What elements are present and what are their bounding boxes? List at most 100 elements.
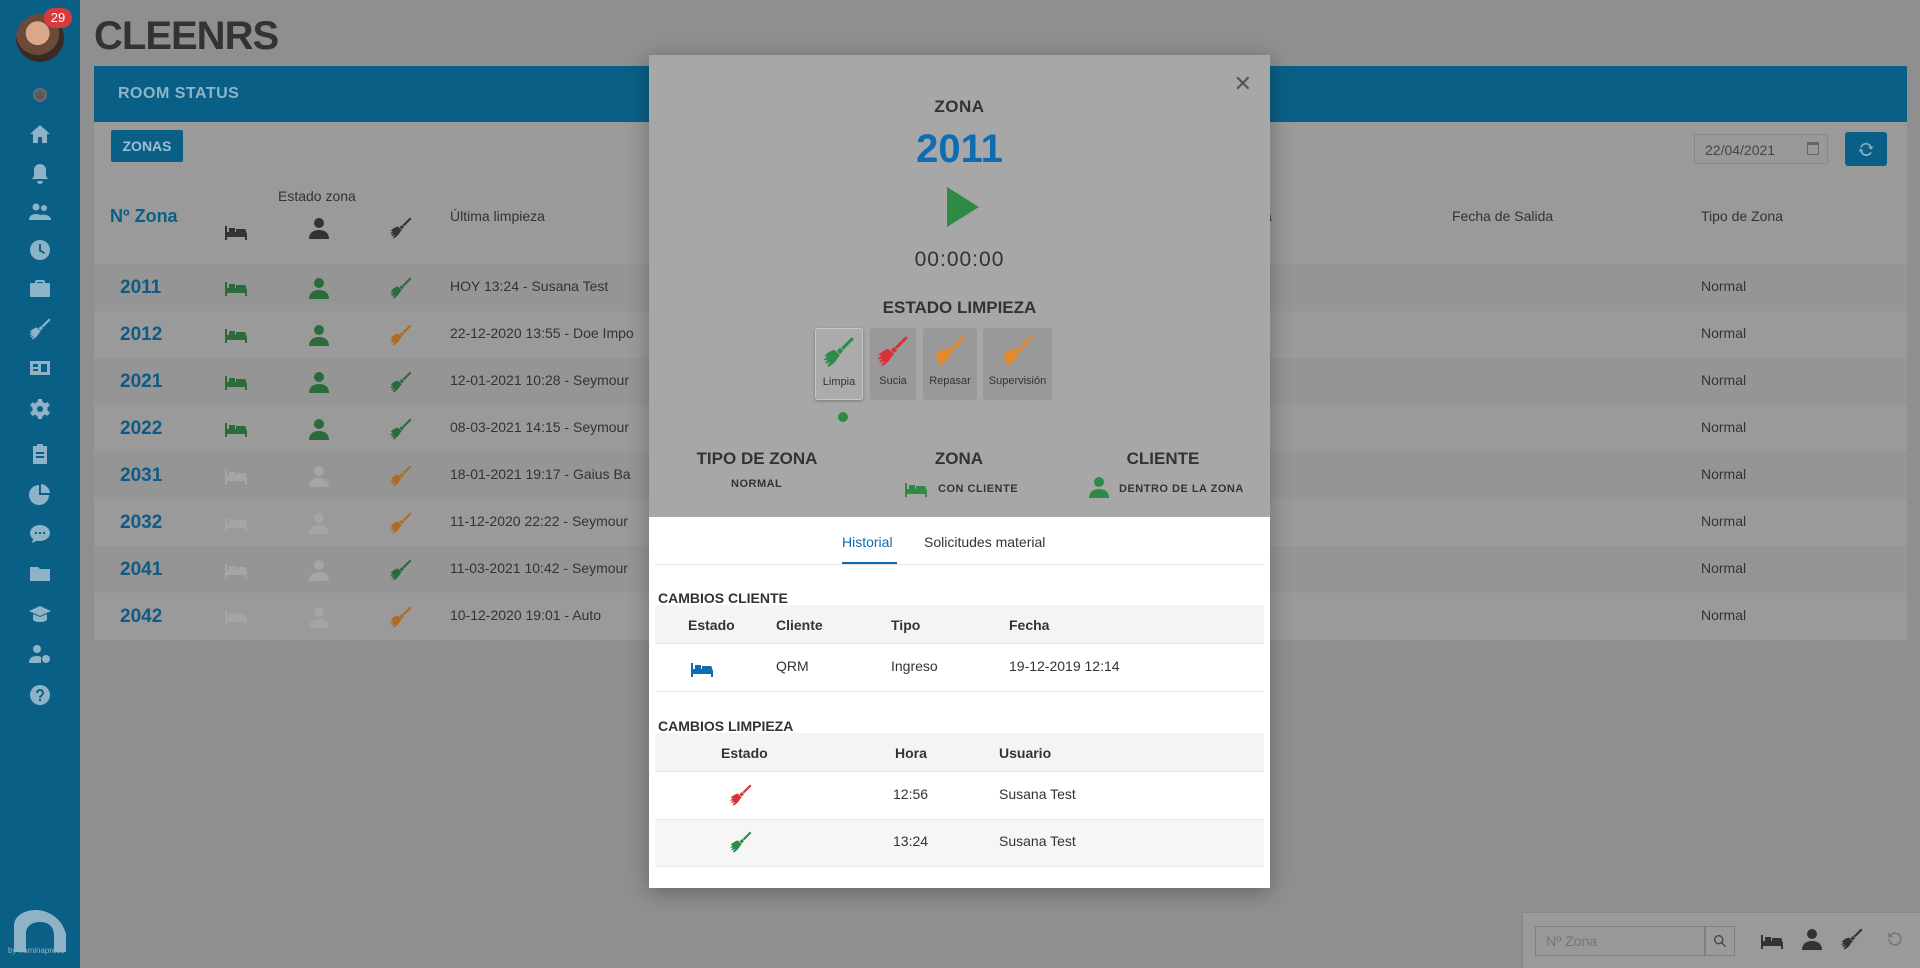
close-icon[interactable]: ✕: [1234, 71, 1252, 97]
cleaning-state-label: Repasar: [929, 375, 971, 387]
broom-icon: [388, 276, 414, 300]
timer: 00:00:00: [914, 248, 1005, 271]
refresh-button[interactable]: [1845, 132, 1887, 166]
cleaning-state-label: Supervisión: [988, 375, 1047, 387]
users-icon[interactable]: [26, 198, 54, 226]
estado-zona-header: Estado zona: [278, 188, 356, 204]
person-status-icon: [1086, 475, 1112, 499]
fecha-cell: 19-12-2019 12:14: [1009, 658, 1120, 674]
sidebar: 29 by nominapress: [0, 0, 80, 968]
col-tipo: Tipo: [891, 617, 921, 633]
home-icon[interactable]: [26, 120, 54, 148]
tipo-zona-header[interactable]: Tipo de Zona: [1701, 208, 1783, 224]
cambios-cliente-title: CAMBIOS CLIENTE: [658, 590, 788, 606]
bed-icon: [223, 511, 249, 535]
broom-icon: [388, 558, 414, 582]
clipboard-icon[interactable]: [26, 440, 54, 468]
zone-number-header[interactable]: Nº Zona: [110, 206, 178, 227]
broom-filter-icon[interactable]: [1839, 927, 1865, 951]
tab-historial[interactable]: Historial: [842, 534, 893, 550]
folder-icon[interactable]: [26, 560, 54, 588]
cleaning-state-label: Limpia: [822, 376, 856, 388]
hora-cell: 13:24: [893, 833, 929, 849]
bed-icon: [223, 220, 249, 244]
tipo-zona-cell: Normal: [1701, 513, 1747, 529]
last-cleaning-cell: 10-12-2020 19:01 - Auto: [450, 607, 602, 623]
person-icon: [306, 511, 332, 535]
tipo-zona-cell: Normal: [1701, 325, 1747, 341]
notification-badge: 29: [44, 8, 72, 28]
date-field[interactable]: 22/04/2021: [1694, 134, 1828, 164]
bell-icon[interactable]: [26, 160, 54, 188]
app-title: CLEENRS: [94, 14, 279, 58]
cambios-limpieza-header: Estado Hora Usuario: [655, 733, 1264, 772]
broom-icon: [388, 464, 414, 488]
reset-icon[interactable]: [1885, 929, 1911, 953]
user-money-icon[interactable]: [26, 640, 54, 668]
tab-solicitudes-material[interactable]: Solicitudes material: [924, 534, 1045, 550]
play-icon[interactable]: [945, 187, 979, 227]
cleaning-state-supervisin-button[interactable]: Supervisión: [983, 328, 1052, 400]
zone-number[interactable]: 2032: [120, 512, 162, 534]
broom-icon: [388, 323, 414, 347]
briefcase-icon[interactable]: [26, 275, 54, 303]
help-icon[interactable]: [26, 681, 54, 709]
bed-icon: [223, 558, 249, 582]
cleaning-state-sucia-button[interactable]: Sucia: [870, 328, 916, 400]
refresh-icon: [1858, 142, 1874, 156]
broom-icon: [876, 334, 910, 368]
zonas-button[interactable]: ZONAS: [111, 130, 183, 162]
tipo-zona-cell: Normal: [1701, 466, 1747, 482]
zone-search-input[interactable]: [1535, 926, 1705, 956]
broom-icon: [822, 335, 856, 369]
person-filter-icon[interactable]: [1799, 927, 1825, 951]
col-fecha: Fecha: [1009, 617, 1050, 633]
cleaning-state-label: Sucia: [879, 375, 907, 387]
usuario-cell: Susana Test: [999, 786, 1076, 802]
zone-number[interactable]: 2011: [120, 277, 161, 299]
broom-icon: [1001, 334, 1035, 368]
bed-icon: [223, 323, 249, 347]
zone-number[interactable]: 2031: [120, 465, 162, 487]
ultima-limpieza-header[interactable]: Última limpieza: [450, 208, 545, 224]
tipo-zona-cell: Normal: [1701, 278, 1747, 294]
zone-number[interactable]: 2022: [120, 418, 162, 440]
tipo-zona-cell: Normal: [1701, 560, 1747, 576]
person-icon: [306, 323, 332, 347]
hora-cell: 12:56: [893, 786, 929, 802]
broom-icon: [388, 605, 414, 629]
cliente-value: DENTRO DE LA ZONA: [1119, 483, 1244, 495]
zone-number[interactable]: 2021: [120, 371, 162, 393]
last-cleaning-cell: 18-01-2021 19:17 - Gaius Ba: [450, 466, 631, 482]
fecha-salida-header[interactable]: Fecha de Salida: [1452, 208, 1553, 224]
tipo-zona-cell: Normal: [1701, 607, 1747, 623]
brand-text: by nominapress: [8, 946, 65, 955]
zone-number[interactable]: 2041: [120, 559, 162, 581]
modal-body: Historial Solicitudes material CAMBIOS C…: [649, 517, 1270, 888]
clock-icon[interactable]: [26, 236, 54, 264]
pie-chart-icon[interactable]: [26, 480, 54, 508]
zone-number[interactable]: 2012: [120, 324, 162, 346]
search-button[interactable]: [1705, 926, 1735, 956]
gear-icon[interactable]: [26, 395, 54, 423]
bed-icon: [223, 417, 249, 441]
chat-icon[interactable]: [26, 520, 54, 548]
col-estado: Estado: [688, 617, 735, 633]
broom-icon[interactable]: [26, 315, 54, 343]
cliente-cell: QRM: [776, 658, 809, 674]
zone-detail-modal: ✕ ZONA 2011 00:00:00 ESTADO LIMPIEZA Lim…: [649, 55, 1270, 888]
id-card-icon[interactable]: [26, 354, 54, 382]
bed-icon: [223, 464, 249, 488]
person-icon: [306, 605, 332, 629]
table-row: 13:24 Susana Test: [655, 820, 1264, 867]
cliente-title: CLIENTE: [1126, 449, 1200, 468]
zone-number[interactable]: 2042: [120, 606, 162, 628]
person-icon: [306, 464, 332, 488]
bed-filter-icon[interactable]: [1759, 929, 1785, 953]
zona-status-value: CON CLIENTE: [938, 483, 1019, 495]
graduation-cap-icon[interactable]: [26, 600, 54, 628]
cleaning-state-limpia-button[interactable]: Limpia: [815, 328, 863, 400]
tipo-zona-cell: Normal: [1701, 372, 1747, 388]
person-icon: [306, 370, 332, 394]
cleaning-state-repasar-button[interactable]: Repasar: [923, 328, 977, 400]
